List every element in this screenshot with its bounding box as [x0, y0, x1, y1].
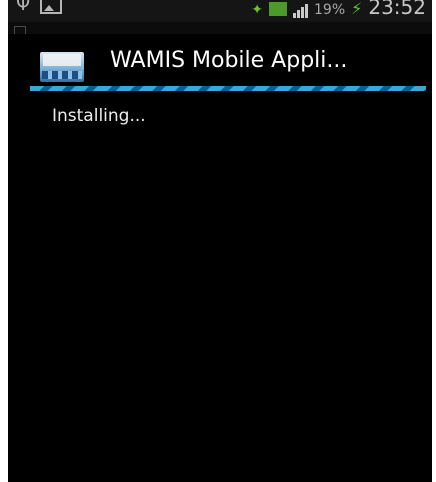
dialog-title-bar: WAMIS Mobile Appli... — [8, 34, 432, 86]
usb-icon: Ψ — [16, 0, 31, 15]
sync-icon — [269, 2, 287, 16]
status-bar: Ψ ✦ 19% ⚡ 23:52 — [8, 0, 432, 22]
phone-screen: Ψ ✦ 19% ⚡ 23:52 WAMIS Mobile Appli... In… — [8, 0, 432, 482]
status-clock: 23:52 — [368, 0, 426, 19]
gallery-icon — [40, 0, 63, 14]
battery-percent: 19% — [314, 2, 346, 18]
progress-indicator — [30, 86, 426, 91]
signal-icon — [293, 2, 308, 18]
status-left-icons: Ψ — [16, 0, 63, 15]
notification-icon — [14, 26, 26, 34]
dialog-title: WAMIS Mobile Appli... — [110, 48, 348, 73]
logo-wave-band — [42, 71, 82, 79]
status-right-icons: ✦ 19% ⚡ 23:52 — [251, 0, 426, 18]
install-status-message: Installing... — [52, 106, 146, 126]
wifi-icon: ✦ — [251, 2, 263, 18]
app-logo-icon — [40, 52, 84, 82]
charging-icon: ⚡ — [351, 0, 363, 18]
logo-top-band — [43, 54, 81, 66]
notification-shade-peek — [8, 22, 432, 34]
